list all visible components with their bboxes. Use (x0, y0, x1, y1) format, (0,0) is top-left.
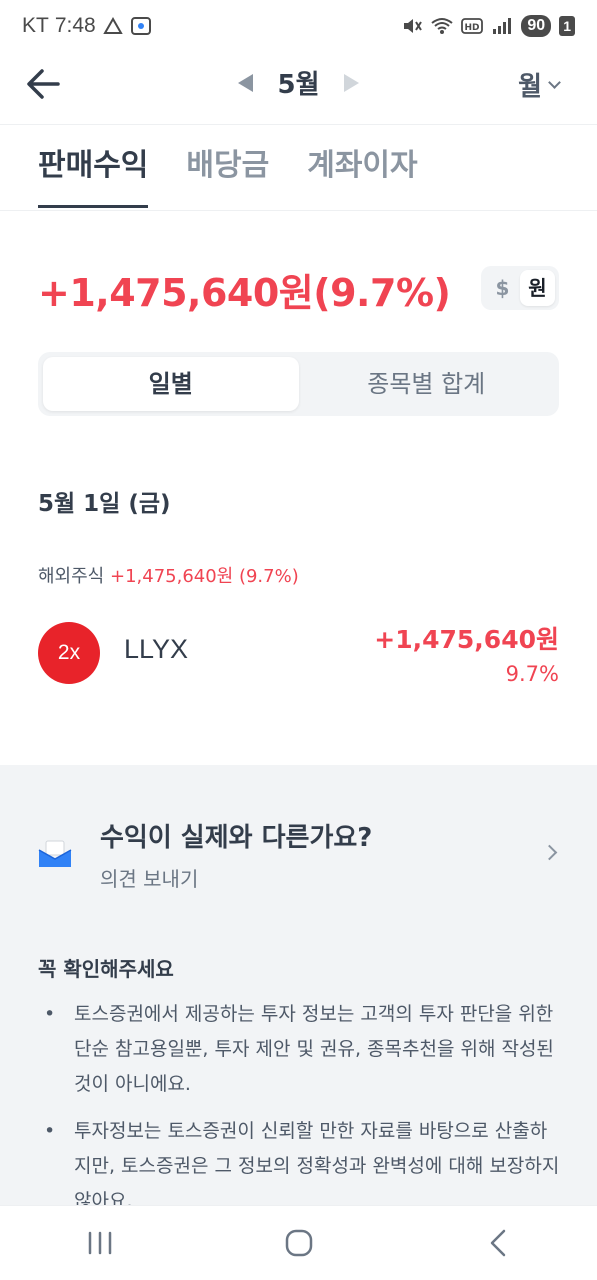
market-group-value: +1,475,640원 (9.7%) (109, 566, 299, 587)
svg-text:HD: HD (465, 23, 480, 33)
market-group-line: 해외주식 +1,475,640원 (9.7%) (38, 562, 299, 588)
segment-by-stock[interactable]: 종목별 합계 (299, 357, 555, 411)
stock-profit-percent: 9.7% (505, 662, 559, 686)
date-heading: 5월 1일 (금) (38, 491, 171, 517)
tab-dividends[interactable]: 배당금 (186, 140, 269, 208)
feedback-banner[interactable]: 수익이 실제와 다른가요? 의견 보내기 (38, 817, 559, 897)
notice-title: 꼭 확인해주세요 (38, 957, 174, 981)
stock-profit-amount: +1,475,640원 (374, 625, 559, 654)
status-left: KT 7:48 (22, 14, 152, 38)
period-unit-label: 월 (518, 72, 542, 102)
location-app-icon (130, 17, 151, 35)
currency-toggle[interactable]: $ 원 (481, 266, 559, 310)
notice-list: 토스증권에서 제공하는 투자 정보는 고객의 투자 판단을 위한 단순 참고용일… (38, 997, 563, 1231)
chevron-right-icon (541, 844, 558, 861)
tab-account-interest[interactable]: 계좌이자 (307, 140, 417, 208)
stock-name: LLYX (124, 634, 189, 664)
feedback-subtitle: 의견 보내기 (100, 867, 199, 891)
signal-icon (493, 18, 512, 34)
home-icon[interactable] (269, 1223, 329, 1263)
prev-month-icon[interactable] (238, 73, 254, 92)
status-bar: KT 7:48 HD 90 1 (0, 0, 597, 52)
total-profit-value: +1,475,640원(9.7%) (38, 271, 451, 315)
tabs-divider (0, 210, 597, 211)
chevron-down-icon (548, 75, 561, 89)
view-segment-control: 일별 종목별 합계 (38, 352, 559, 416)
carrier-label: KT (22, 14, 49, 37)
market-group-label: 해외주식 (38, 566, 105, 587)
nav-back-icon[interactable] (468, 1223, 528, 1263)
app-header: 5월 월 (0, 52, 597, 114)
status-time: 7:48 (54, 14, 96, 37)
notice-item: 투자정보는 토스증권이 신뢰할 만한 자료를 바탕으로 산출하지만, 토스증권은… (38, 1114, 563, 1219)
hd-icon: HD (461, 18, 484, 34)
header-divider (0, 124, 597, 125)
period-unit-dropdown[interactable]: 월 (518, 66, 561, 103)
month-label: 5월 (277, 70, 320, 100)
tab-sales-profit[interactable]: 판매수익 (38, 140, 149, 208)
notice-item: 토스증권에서 제공하는 투자 정보는 고객의 투자 판단을 위한 단순 참고용일… (38, 997, 563, 1102)
currency-option-usd[interactable]: $ (485, 270, 520, 306)
stock-row[interactable]: 2x LLYX +1,475,640원 9.7% (38, 620, 559, 690)
stock-logo: 2x (38, 622, 100, 684)
system-nav-bar (0, 1205, 597, 1280)
status-right: HD 90 1 (401, 15, 575, 37)
mute-icon (404, 19, 423, 33)
segment-daily[interactable]: 일별 (43, 357, 299, 411)
info-section: 수익이 실제와 다른가요? 의견 보내기 꼭 확인해주세요 토스증권에서 제공하… (0, 765, 597, 1212)
income-tabs: 판매수익 배당금 계좌이자 (38, 140, 418, 208)
next-month-icon[interactable] (343, 73, 359, 92)
feedback-title: 수익이 실제와 다른가요? (100, 823, 373, 853)
month-navigator: 5월 (0, 64, 597, 101)
mail-icon (38, 840, 72, 867)
battery-indicator: 90 (521, 15, 552, 37)
notification-icon (102, 16, 123, 34)
wifi-icon (431, 18, 454, 34)
recent-apps-icon[interactable] (70, 1223, 130, 1263)
sim-badge: 1 (559, 16, 575, 36)
currency-option-krw[interactable]: 원 (520, 270, 555, 306)
total-summary: +1,475,640원(9.7%) $ 원 (38, 262, 559, 318)
